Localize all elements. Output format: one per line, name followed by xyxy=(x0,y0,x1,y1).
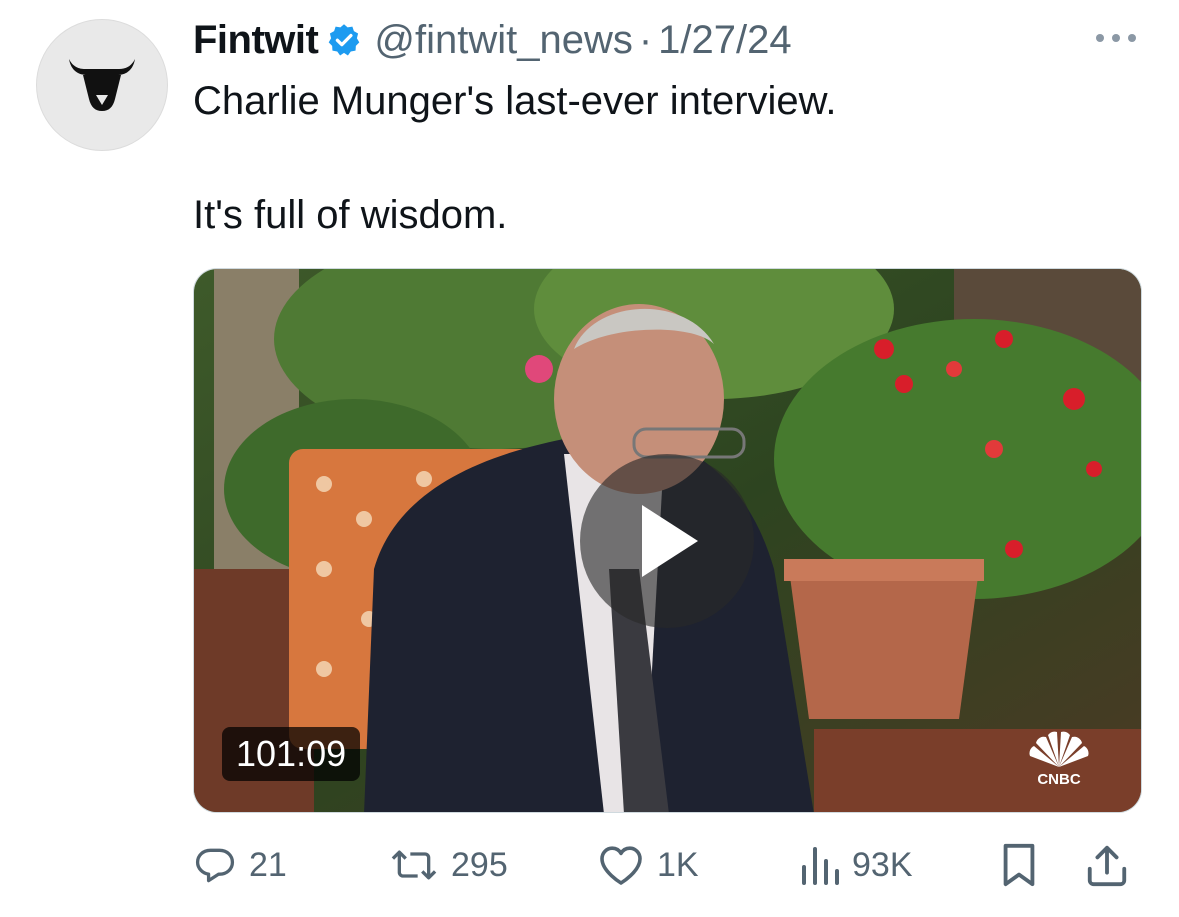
tweet-date[interactable]: 1/27/24 xyxy=(658,18,791,63)
retweet-button[interactable]: 295 xyxy=(389,836,508,894)
views-count: 93K xyxy=(852,845,913,884)
more-icon xyxy=(1096,34,1136,42)
like-count: 1K xyxy=(657,845,699,884)
cnbc-watermark-text: CNBC xyxy=(1037,771,1080,787)
tweet-text-line: Charlie Munger's last-ever interview. xyxy=(193,79,837,123)
play-button[interactable] xyxy=(580,454,754,628)
reply-count: 21 xyxy=(249,845,287,884)
tweet-text-line: It's full of wisdom. xyxy=(193,193,508,237)
like-button[interactable]: 1K xyxy=(597,836,699,894)
more-options-button[interactable] xyxy=(1093,22,1139,54)
video-player[interactable]: 101:09 CNBC xyxy=(193,268,1142,813)
action-bar: 21 295 1K 93K xyxy=(193,836,1139,894)
play-icon xyxy=(642,505,698,577)
cnbc-logo: CNBC xyxy=(1024,729,1094,788)
share-button[interactable] xyxy=(1085,836,1129,894)
retweet-count: 295 xyxy=(451,845,508,884)
reply-icon xyxy=(195,848,235,883)
views-chart-icon xyxy=(802,847,839,885)
tweet-text: Charlie Munger's last-ever interview. It… xyxy=(193,72,1133,244)
retweet-icon xyxy=(391,850,437,880)
tweet-header: Fintwit @fintwit_news · 1/27/24 xyxy=(193,14,1139,66)
views-button[interactable]: 93K xyxy=(800,836,913,894)
bull-head-icon xyxy=(69,59,135,111)
share-icon xyxy=(1087,845,1127,887)
reply-button[interactable]: 21 xyxy=(193,836,287,894)
author-name[interactable]: Fintwit xyxy=(193,18,319,63)
author-handle[interactable]: @fintwit_news xyxy=(374,18,632,63)
heart-icon xyxy=(600,846,642,885)
bookmark-button[interactable] xyxy=(999,836,1039,894)
separator-dot: · xyxy=(638,17,653,62)
avatar[interactable] xyxy=(36,19,168,151)
bookmark-icon xyxy=(1003,843,1035,887)
verified-badge-icon xyxy=(326,22,362,58)
video-duration: 101:09 xyxy=(222,727,361,781)
